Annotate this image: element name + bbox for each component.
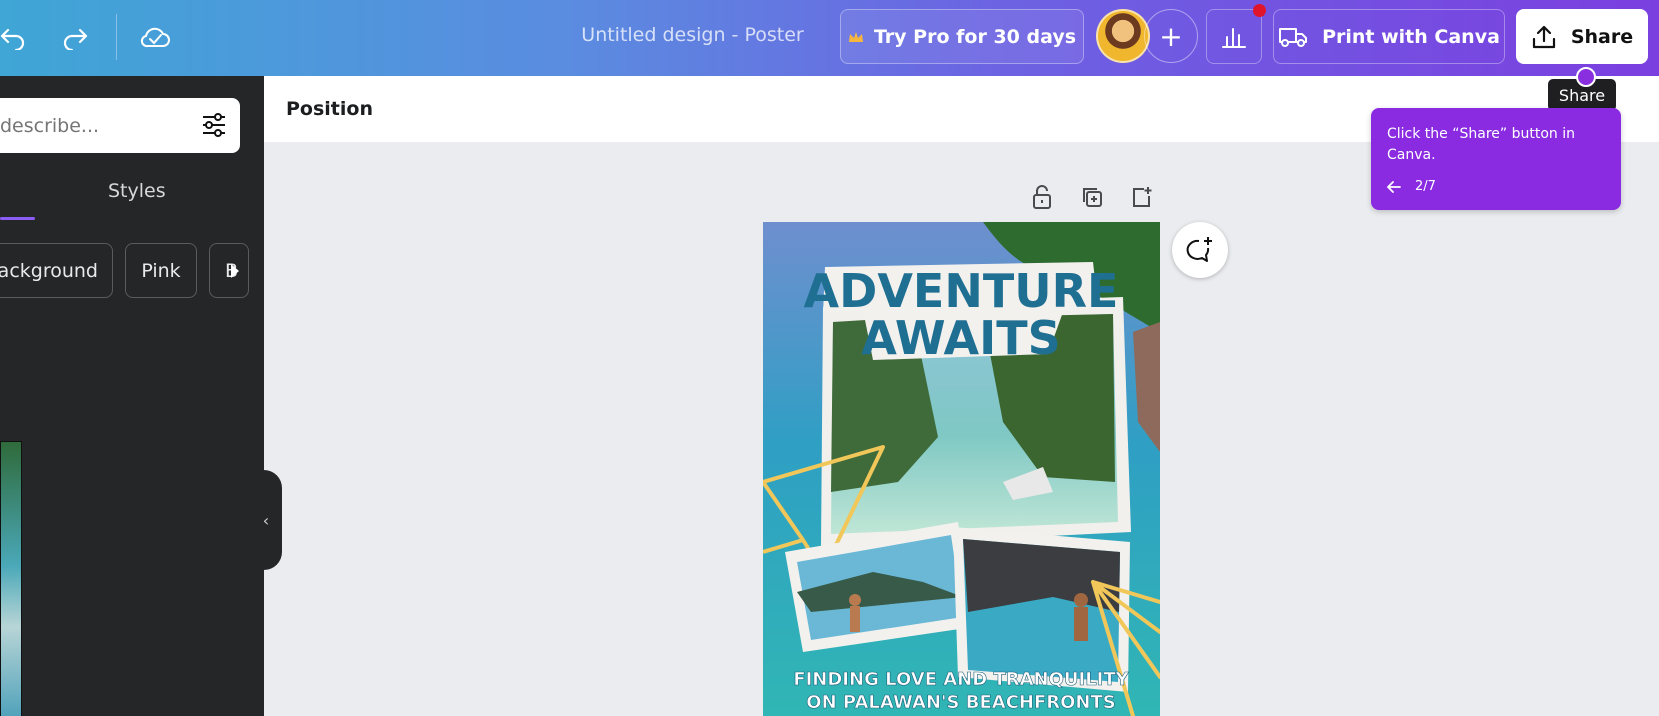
chip-background[interactable]: ackground — [0, 243, 113, 298]
guide-nav: 2/7 — [1387, 179, 1436, 194]
chevron-left-icon: ‹ — [262, 510, 270, 530]
truck-icon — [1279, 27, 1308, 47]
collapse-panel-button[interactable]: ‹ — [250, 470, 282, 570]
redo-icon[interactable] — [58, 20, 92, 54]
undo-icon[interactable] — [0, 20, 30, 54]
share-button[interactable]: Share — [1516, 9, 1648, 64]
document-title[interactable]: Untitled design - Poster — [560, 24, 825, 46]
toolbar-divider — [116, 14, 117, 60]
try-pro-button[interactable]: Try Pro for 30 days — [840, 9, 1084, 64]
filter-icon[interactable] — [200, 111, 228, 139]
share-label: Share — [1570, 25, 1634, 48]
guide-step: 2/7 — [1415, 179, 1436, 194]
poster-title-line1: ADVENTURE — [804, 264, 1119, 318]
poster-title-line2: AWAITS — [861, 311, 1060, 365]
poster-subtitle-line2: ON PALAWAN'S BEACHFRONTS — [806, 692, 1115, 713]
tab-styles[interactable]: Styles — [108, 180, 166, 202]
guide-hotspot — [1576, 67, 1596, 87]
analytics-button[interactable] — [1206, 9, 1262, 64]
bar-chart-icon — [1222, 27, 1246, 48]
print-with-canva-button[interactable]: Print with Canva — [1273, 9, 1505, 64]
search-input[interactable] — [0, 114, 185, 137]
avatar[interactable] — [1096, 9, 1150, 63]
comment-plus-icon — [1186, 237, 1212, 262]
add-collaborator-button[interactable]: + — [1144, 9, 1198, 63]
add-comment-button[interactable] — [1172, 222, 1228, 278]
chip-pink[interactable]: Pink — [125, 243, 197, 298]
top-bar: Untitled design - Poster Try Pro for 30 … — [0, 0, 1659, 76]
search-box[interactable] — [0, 98, 240, 153]
guide-instruction: Click the “Share” button in Canva. — [1387, 126, 1575, 163]
crown-icon — [848, 31, 863, 42]
position-button[interactable]: Position — [286, 98, 373, 120]
arrow-left-icon[interactable] — [1387, 180, 1401, 193]
notification-dot — [1253, 4, 1266, 17]
unlock-icon[interactable] — [1027, 182, 1057, 212]
cloud-check-icon[interactable] — [138, 20, 172, 54]
chevron-right-icon[interactable] — [229, 262, 241, 280]
upload-icon — [1532, 25, 1555, 48]
template-thumbnail[interactable] — [0, 441, 22, 716]
active-tab-indicator — [0, 217, 35, 220]
poster-canvas[interactable]: ADVENTURE AWAITS FINDING LOVE AND TRANQU… — [763, 222, 1160, 716]
guide-card: Click the “Share” button in Canva. 2/7 — [1371, 108, 1621, 210]
poster-subtitle-line1: FINDING LOVE AND TRANQUILITY — [793, 669, 1129, 690]
try-pro-label: Try Pro for 30 days — [873, 25, 1077, 48]
duplicate-page-icon[interactable] — [1077, 182, 1107, 212]
add-page-icon[interactable] — [1127, 182, 1157, 212]
poster-artwork: ADVENTURE AWAITS FINDING LOVE AND TRANQU… — [763, 222, 1160, 716]
left-panel: Styles ackground Pink B — [0, 76, 264, 716]
print-label: Print with Canva — [1322, 25, 1500, 48]
